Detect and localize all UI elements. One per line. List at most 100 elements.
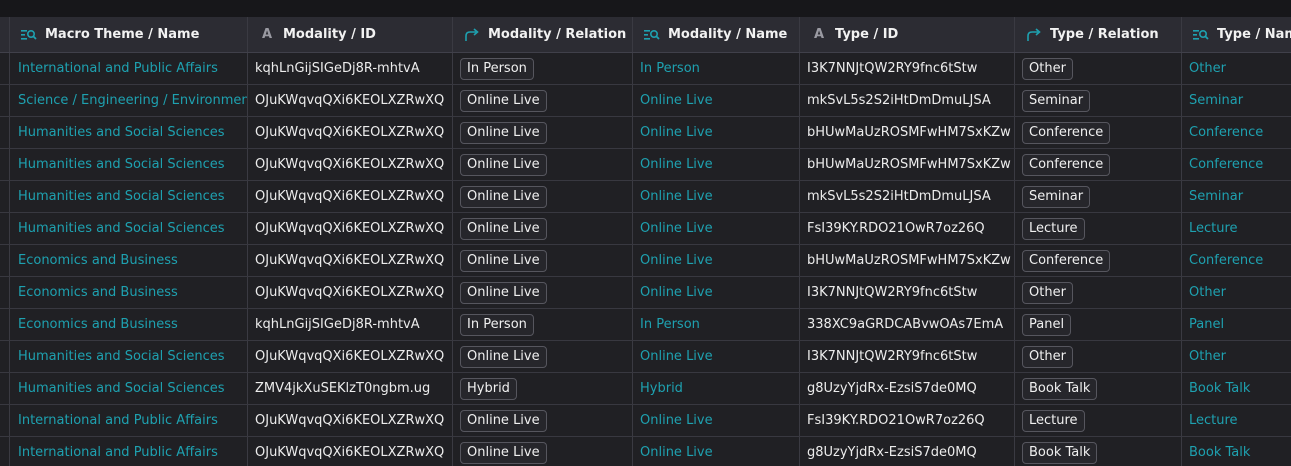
type-name-link[interactable]: Panel — [1189, 317, 1224, 332]
modality-relation-cell[interactable]: In Person — [453, 309, 633, 340]
modality-relation-cell[interactable]: Online Live — [453, 181, 633, 212]
type-id-cell[interactable]: bHUwMaUzROSMFwHM7SxKZw — [800, 117, 1015, 148]
modality-name-cell[interactable]: Online Live — [633, 117, 800, 148]
table-row[interactable]: Humanities and Social Sciences OJuKWqvqQ… — [0, 181, 1291, 213]
table-row[interactable]: Humanities and Social Sciences OJuKWqvqQ… — [0, 341, 1291, 373]
type-name-cell[interactable]: Lecture — [1182, 405, 1291, 436]
table-row[interactable]: Humanities and Social Sciences OJuKWqvqQ… — [0, 117, 1291, 149]
type-name-link[interactable]: Other — [1189, 285, 1226, 300]
modality-name-cell[interactable]: In Person — [633, 53, 800, 84]
table-row[interactable]: Economics and Business OJuKWqvqQXi6KEOLX… — [0, 245, 1291, 277]
type-name-cell[interactable]: Book Talk — [1182, 437, 1291, 466]
type-relation-pill[interactable]: Conference — [1022, 121, 1111, 144]
type-relation-cell[interactable]: Seminar — [1015, 181, 1182, 212]
type-id-cell[interactable]: 338XC9aGRDCABvwOAs7EmA — [800, 309, 1015, 340]
macro-theme-link[interactable]: Science / Engineering / Environment — [18, 93, 247, 108]
column-header-type-relation[interactable]: Type / Relation — [1015, 17, 1182, 52]
modality-name-link[interactable]: Online Live — [640, 349, 713, 364]
modality-relation-cell[interactable]: Online Live — [453, 213, 633, 244]
modality-name-cell[interactable]: Online Live — [633, 341, 800, 372]
modality-name-link[interactable]: In Person — [640, 317, 700, 332]
type-id-cell[interactable]: bHUwMaUzROSMFwHM7SxKZw — [800, 149, 1015, 180]
type-id-cell[interactable]: bHUwMaUzROSMFwHM7SxKZw — [800, 245, 1015, 276]
modality-relation-cell[interactable]: Online Live — [453, 437, 633, 466]
type-name-cell[interactable]: Conference — [1182, 149, 1291, 180]
modality-id-cell[interactable]: OJuKWqvqQXi6KEOLXZRwXQ — [248, 85, 453, 116]
type-name-cell[interactable]: Panel — [1182, 309, 1291, 340]
modality-id-cell[interactable]: OJuKWqvqQXi6KEOLXZRwXQ — [248, 405, 453, 436]
modality-id-cell[interactable]: kqhLnGijSIGeDj8R-mhtvA — [248, 53, 453, 84]
modality-name-cell[interactable]: Online Live — [633, 85, 800, 116]
type-relation-pill[interactable]: Conference — [1022, 249, 1111, 272]
modality-name-link[interactable]: Online Live — [640, 189, 713, 204]
modality-relation-pill[interactable]: Online Live — [460, 185, 547, 208]
modality-name-cell[interactable]: Online Live — [633, 213, 800, 244]
type-name-cell[interactable]: Book Talk — [1182, 373, 1291, 404]
type-relation-pill[interactable]: Lecture — [1022, 409, 1085, 432]
type-relation-pill[interactable]: Conference — [1022, 153, 1111, 176]
modality-id-cell[interactable]: OJuKWqvqQXi6KEOLXZRwXQ — [248, 341, 453, 372]
modality-relation-cell[interactable]: Online Live — [453, 245, 633, 276]
macro-theme-cell[interactable]: Humanities and Social Sciences — [10, 181, 248, 212]
modality-id-cell[interactable]: OJuKWqvqQXi6KEOLXZRwXQ — [248, 117, 453, 148]
type-relation-pill[interactable]: Book Talk — [1022, 441, 1098, 464]
macro-theme-link[interactable]: Humanities and Social Sciences — [18, 349, 225, 364]
modality-name-link[interactable]: Online Live — [640, 221, 713, 236]
modality-relation-pill[interactable]: Online Live — [460, 217, 547, 240]
modality-relation-cell[interactable]: Online Live — [453, 405, 633, 436]
column-header-modality-relation[interactable]: Modality / Relation — [453, 17, 633, 52]
table-row[interactable]: International and Public Affairs OJuKWqv… — [0, 437, 1291, 466]
macro-theme-cell[interactable]: Humanities and Social Sciences — [10, 341, 248, 372]
modality-id-cell[interactable]: OJuKWqvqQXi6KEOLXZRwXQ — [248, 277, 453, 308]
modality-name-link[interactable]: Online Live — [640, 157, 713, 172]
macro-theme-link[interactable]: Humanities and Social Sciences — [18, 381, 225, 396]
modality-name-link[interactable]: Online Live — [640, 125, 713, 140]
macro-theme-link[interactable]: Economics and Business — [18, 253, 178, 268]
modality-relation-pill[interactable]: Online Live — [460, 345, 547, 368]
type-name-link[interactable]: Conference — [1189, 157, 1263, 172]
macro-theme-link[interactable]: Humanities and Social Sciences — [18, 221, 225, 236]
macro-theme-cell[interactable]: Humanities and Social Sciences — [10, 213, 248, 244]
modality-relation-pill[interactable]: Online Live — [460, 409, 547, 432]
modality-name-link[interactable]: Hybrid — [640, 381, 683, 396]
type-relation-pill[interactable]: Other — [1022, 57, 1073, 80]
macro-theme-cell[interactable]: Science / Engineering / Environment — [10, 85, 248, 116]
modality-id-cell[interactable]: ZMV4jkXuSEKlzT0ngbm.ug — [248, 373, 453, 404]
modality-relation-pill[interactable]: In Person — [460, 57, 534, 80]
type-name-link[interactable]: Other — [1189, 349, 1226, 364]
table-row[interactable]: Humanities and Social Sciences OJuKWqvqQ… — [0, 213, 1291, 245]
column-header-modality-name[interactable]: Modality / Name — [633, 17, 800, 52]
modality-name-cell[interactable]: Online Live — [633, 277, 800, 308]
modality-relation-pill[interactable]: Online Live — [460, 153, 547, 176]
modality-name-cell[interactable]: Online Live — [633, 405, 800, 436]
column-header-modality-id[interactable]: A Modality / ID — [248, 17, 453, 52]
type-id-cell[interactable]: FsI39KY.RDO21OwR7oz26Q — [800, 213, 1015, 244]
modality-name-cell[interactable]: Online Live — [633, 181, 800, 212]
type-relation-pill[interactable]: Seminar — [1022, 185, 1091, 208]
macro-theme-cell[interactable]: Humanities and Social Sciences — [10, 149, 248, 180]
type-name-cell[interactable]: Other — [1182, 277, 1291, 308]
table-row[interactable]: Economics and Business OJuKWqvqQXi6KEOLX… — [0, 277, 1291, 309]
modality-id-cell[interactable]: kqhLnGijSIGeDj8R-mhtvA — [248, 309, 453, 340]
type-relation-cell[interactable]: Lecture — [1015, 213, 1182, 244]
type-name-cell[interactable]: Other — [1182, 53, 1291, 84]
type-relation-cell[interactable]: Conference — [1015, 245, 1182, 276]
modality-name-cell[interactable]: Online Live — [633, 149, 800, 180]
type-id-cell[interactable]: FsI39KY.RDO21OwR7oz26Q — [800, 405, 1015, 436]
column-header-type-id[interactable]: A Type / ID — [800, 17, 1015, 52]
modality-relation-pill[interactable]: Online Live — [460, 249, 547, 272]
type-relation-pill[interactable]: Book Talk — [1022, 377, 1098, 400]
type-name-link[interactable]: Lecture — [1189, 221, 1238, 236]
type-name-link[interactable]: Conference — [1189, 125, 1263, 140]
modality-id-cell[interactable]: OJuKWqvqQXi6KEOLXZRwXQ — [248, 181, 453, 212]
modality-name-cell[interactable]: Online Live — [633, 437, 800, 466]
modality-relation-cell[interactable]: Online Live — [453, 341, 633, 372]
modality-name-link[interactable]: In Person — [640, 61, 700, 76]
macro-theme-cell[interactable]: Economics and Business — [10, 309, 248, 340]
modality-relation-pill[interactable]: Online Live — [460, 89, 547, 112]
modality-relation-pill[interactable]: In Person — [460, 313, 534, 336]
modality-name-link[interactable]: Online Live — [640, 445, 713, 460]
type-relation-cell[interactable]: Other — [1015, 53, 1182, 84]
modality-id-cell[interactable]: OJuKWqvqQXi6KEOLXZRwXQ — [248, 149, 453, 180]
type-name-cell[interactable]: Conference — [1182, 245, 1291, 276]
